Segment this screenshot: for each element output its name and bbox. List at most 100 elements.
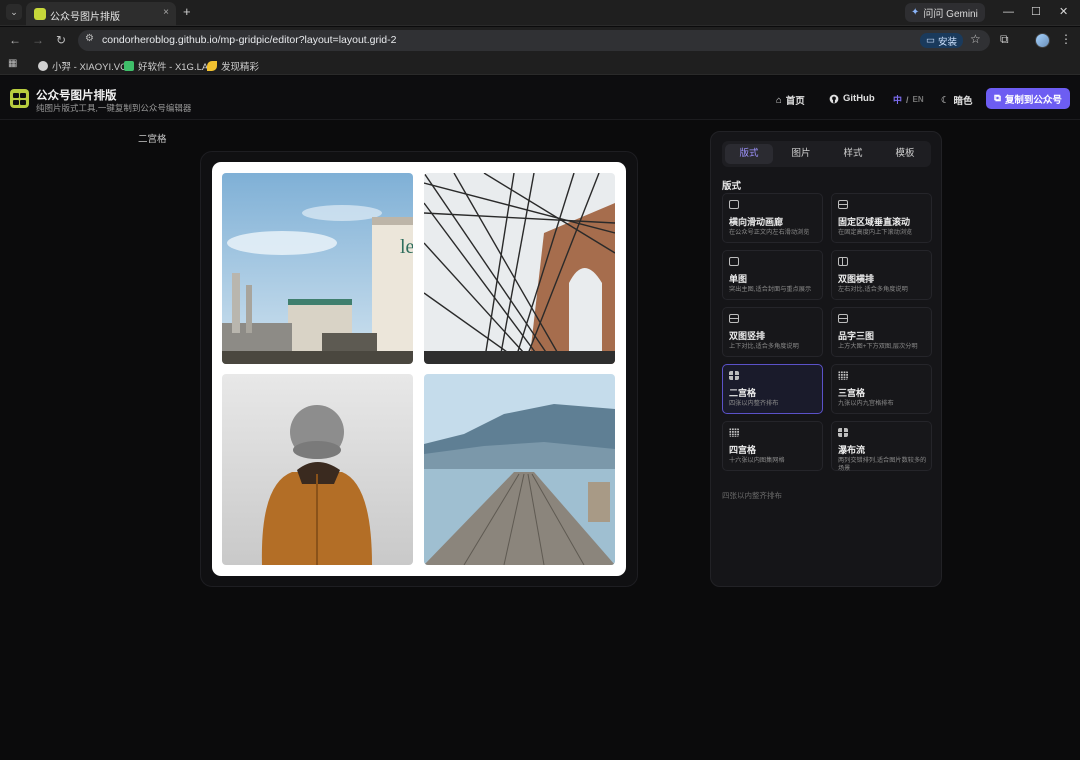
layout-option-grid-2[interactable]: 二宫格 四张以内整齐排布 bbox=[722, 364, 823, 414]
layout-option-grid-4[interactable]: 四宫格 十六张以内图集网格 bbox=[722, 421, 823, 471]
theme-toggle[interactable]: ☾ 暗色 bbox=[941, 93, 973, 108]
bookmark-x1g[interactable]: 好软件 - X1G.LA bbox=[124, 59, 208, 73]
github-icon bbox=[829, 94, 839, 103]
settings-panel: 版式 图片 样式 模板 版式 横向滑动画廊 在公众号正文内左右滑动浏览 固定区域… bbox=[710, 131, 942, 587]
section-title: 版式 bbox=[722, 181, 742, 192]
back-arrow-icon[interactable]: ← bbox=[9, 32, 21, 48]
nav-github-link[interactable]: GitHub bbox=[829, 93, 875, 104]
layout-option-single[interactable]: 单图 突出主图,适合封面与重点展示 bbox=[722, 250, 823, 300]
layout-option-vertical-scroll[interactable]: 固定区域垂直滚动 在固定高度内上下滚动浏览 bbox=[831, 193, 932, 243]
layout-option-horizontal-gallery[interactable]: 横向滑动画廊 在公众号正文内左右滑动浏览 bbox=[722, 193, 823, 243]
single-image-icon bbox=[729, 257, 739, 266]
layout-option-grid-3[interactable]: 三宫格 九张以内九宫格排布 bbox=[831, 364, 932, 414]
option-desc: 在固定高度内上下滚动浏览 bbox=[838, 229, 913, 236]
option-name: 双图竖排 bbox=[729, 331, 766, 341]
bookmark-favicon-icon bbox=[124, 61, 134, 71]
theme-label: 暗色 bbox=[953, 96, 973, 107]
option-name: 四宫格 bbox=[729, 445, 757, 455]
forward-arrow-icon[interactable]: → bbox=[32, 32, 44, 48]
option-name: 品字三图 bbox=[838, 331, 875, 341]
tab-close-icon[interactable]: × bbox=[163, 7, 169, 18]
minimize-icon[interactable]: — bbox=[1003, 5, 1014, 19]
address-bar-row: ← → ↻ ⚙ condorheroblog.github.io/mp-grid… bbox=[0, 27, 1080, 55]
lang-zh[interactable]: 中 bbox=[893, 93, 902, 106]
language-switcher[interactable]: 中 / EN bbox=[893, 93, 924, 106]
layout-option-waterfall[interactable]: 瀑布流 两列交错排列,适合图片数较多的场景 bbox=[831, 421, 932, 472]
site-info-icon[interactable]: ⚙ bbox=[85, 33, 94, 44]
copy-button-label: 复制到公众号 bbox=[1004, 94, 1062, 106]
grid-2x2-icon bbox=[729, 371, 739, 380]
app-header: 公众号图片排版 纯图片版式工具,一键复制到公众号编辑器 ⌂ 首页 GitHub … bbox=[0, 76, 1080, 120]
svg-text:le: le bbox=[400, 236, 413, 258]
bookmark-xiaoyi[interactable]: 小羿 - XIAOYI.VC bbox=[38, 59, 127, 73]
photo-bridge-cables[interactable] bbox=[424, 173, 615, 364]
browser-tab-active[interactable]: 公众号图片排版 × bbox=[26, 2, 176, 26]
two-row-icon bbox=[729, 314, 739, 323]
bookmark-star-icon[interactable]: ☆ bbox=[970, 32, 981, 46]
reload-icon[interactable]: ↻ bbox=[56, 32, 66, 48]
bookmark-label: 好软件 - X1G.LA bbox=[138, 62, 209, 73]
photo-industrial-tanks[interactable]: le bbox=[222, 173, 413, 364]
tab-search-button[interactable]: ⌄ bbox=[6, 4, 22, 20]
lang-separator: / bbox=[906, 94, 909, 105]
tab-templates[interactable]: 模板 bbox=[881, 144, 929, 164]
ask-gemini-button[interactable]: ✦ 问问 Gemini bbox=[905, 3, 985, 22]
grid-3x3-icon bbox=[838, 371, 848, 380]
nav-home-label: 首页 bbox=[785, 96, 805, 107]
app-subtitle: 纯图片版式工具,一键复制到公众号编辑器 bbox=[36, 103, 192, 113]
horizontal-slide-icon bbox=[729, 200, 739, 209]
option-desc: 左右对比,适合多角度说明 bbox=[838, 286, 908, 293]
new-tab-button[interactable]: + bbox=[183, 4, 191, 20]
app-title: 公众号图片排版 bbox=[36, 90, 117, 102]
nav-home-link[interactable]: ⌂ 首页 bbox=[776, 93, 805, 108]
layout-option-two-column[interactable]: 双图横排 左右对比,适合多角度说明 bbox=[831, 250, 932, 300]
option-desc: 上方大图+下方双图,层次分明 bbox=[838, 343, 918, 350]
maximize-icon[interactable]: ☐ bbox=[1031, 5, 1041, 19]
photo-lake-dock[interactable] bbox=[424, 374, 615, 565]
option-desc: 十六张以内图集网格 bbox=[729, 457, 785, 464]
lang-en[interactable]: EN bbox=[913, 95, 924, 104]
bookmark-discover[interactable]: 发现精彩 bbox=[207, 59, 259, 73]
copy-to-wechat-button[interactable]: ⧉ 复制到公众号 bbox=[986, 88, 1070, 109]
layout-label: 二宫格 bbox=[138, 134, 167, 145]
close-window-icon[interactable]: ✕ bbox=[1059, 5, 1068, 19]
option-name: 三宫格 bbox=[838, 388, 866, 398]
layout-option-pin-three[interactable]: 品字三图 上方大图+下方双图,层次分明 bbox=[831, 307, 932, 357]
tab-layout[interactable]: 版式 bbox=[725, 144, 773, 164]
option-name: 横向滑动画廊 bbox=[729, 217, 784, 227]
option-name: 双图横排 bbox=[838, 274, 875, 284]
tab-images[interactable]: 图片 bbox=[777, 144, 825, 164]
option-desc: 突出主图,适合封面与重点展示 bbox=[729, 286, 812, 293]
bookmark-favicon-icon bbox=[207, 61, 217, 71]
gemini-icon: ✦ bbox=[911, 7, 920, 18]
tab-favicon-icon bbox=[34, 8, 46, 20]
browser-titlebar: ⌄ 公众号图片排版 × + ✦ 问问 Gemini — ☐ ✕ bbox=[0, 0, 1080, 26]
option-name: 二宫格 bbox=[729, 388, 757, 398]
option-name: 单图 bbox=[729, 274, 748, 284]
gemini-label: 问问 Gemini bbox=[923, 9, 978, 20]
layout-hint: 四张以内整齐排布 bbox=[722, 491, 782, 500]
pin-three-icon bbox=[838, 314, 848, 323]
bookmark-favicon-icon bbox=[38, 61, 48, 71]
install-app-button[interactable]: ▭ 安装 bbox=[920, 33, 963, 48]
tab-title: 公众号图片排版 bbox=[50, 12, 120, 23]
option-desc: 九张以内九宫格排布 bbox=[838, 400, 894, 407]
grid-4x4-icon bbox=[729, 428, 739, 437]
install-icon: ▭ bbox=[926, 35, 935, 46]
option-desc: 上下对比,适合多角度说明 bbox=[729, 343, 799, 350]
option-desc: 两列交错排列,适合图片数较多的场景 bbox=[838, 457, 927, 472]
home-icon: ⌂ bbox=[776, 94, 782, 106]
browser-menu-icon[interactable]: ⋮ bbox=[1060, 32, 1072, 46]
omnibox[interactable]: ⚙ condorheroblog.github.io/mp-gridpic/ed… bbox=[78, 30, 990, 51]
url-text[interactable]: condorheroblog.github.io/mp-gridpic/edit… bbox=[102, 34, 396, 46]
profile-avatar[interactable] bbox=[1035, 33, 1050, 48]
tab-style[interactable]: 样式 bbox=[829, 144, 877, 164]
photo-person-beanie[interactable] bbox=[222, 374, 413, 565]
option-name: 固定区域垂直滚动 bbox=[838, 217, 911, 227]
install-label: 安装 bbox=[937, 36, 957, 48]
extensions-icon[interactable]: ⧉ bbox=[1000, 32, 1009, 47]
bookmark-label: 发现精彩 bbox=[221, 62, 260, 73]
panel-tabs: 版式 图片 样式 模板 bbox=[722, 141, 931, 167]
apps-grid-icon[interactable]: ▦ bbox=[8, 58, 17, 69]
layout-option-two-row[interactable]: 双图竖排 上下对比,适合多角度说明 bbox=[722, 307, 823, 357]
